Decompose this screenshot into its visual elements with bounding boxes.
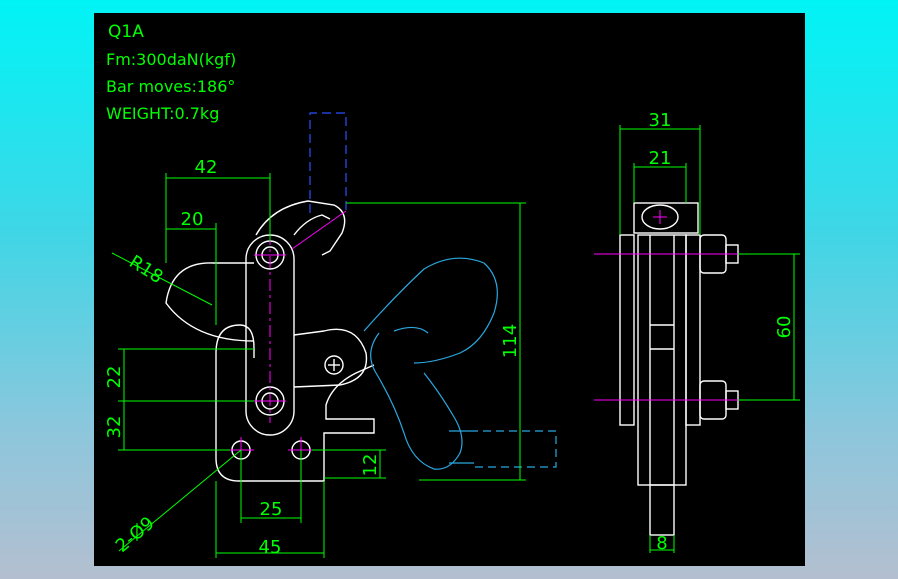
dim-12: 12 (360, 454, 381, 477)
weight-label: WEIGHT:0.7kg (106, 104, 219, 123)
dim-32: 32 (104, 416, 125, 439)
dim-8: 8 (656, 533, 667, 554)
model-label: Q1A (108, 22, 144, 42)
dim-2x9: 2-Ø9 (112, 513, 159, 557)
force-label: Fm:300daN(kgf) (106, 50, 236, 69)
handle-alt-position (363, 257, 498, 470)
side-dimension-lines (619, 125, 800, 553)
dim-114: 114 (500, 324, 521, 358)
dim-31: 31 (649, 110, 672, 131)
cad-drawing-viewport[interactable]: Q1A Fm:300daN(kgf) Bar moves:186° WEIGHT… (94, 13, 805, 566)
spindle-hidden-outline (309, 112, 347, 213)
dim-60: 60 (774, 316, 795, 339)
dim-20: 20 (181, 209, 204, 230)
clamp-side-view (619, 202, 739, 536)
bar-moves-label: Bar moves:186° (106, 77, 235, 96)
dim-45: 45 (259, 537, 282, 558)
side-dimension-texts: 31 21 60 8 (649, 110, 795, 554)
dim-r18: R18 (125, 251, 166, 288)
dim-21: 21 (649, 148, 672, 169)
front-dimension-texts: 42 20 R18 114 22 32 12 25 45 2-Ø9 (104, 157, 521, 558)
handle-straight-position (470, 430, 557, 468)
dim-22: 22 (104, 366, 125, 389)
side-centerlines (594, 210, 759, 401)
dim-25: 25 (260, 499, 283, 520)
front-dimension-lines (111, 173, 526, 558)
dim-42: 42 (195, 157, 218, 178)
title-block: Q1A Fm:300daN(kgf) Bar moves:186° WEIGHT… (106, 22, 236, 123)
